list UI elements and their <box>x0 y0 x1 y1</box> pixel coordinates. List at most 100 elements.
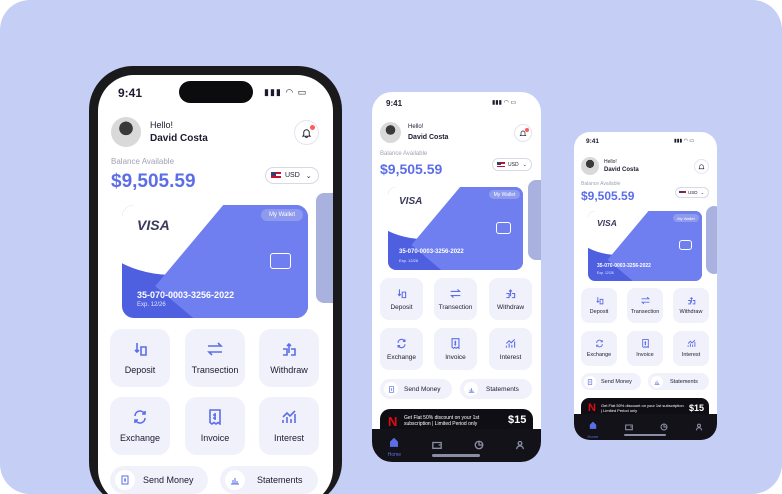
transection-label: Transection <box>630 309 660 315</box>
home-indicator <box>432 454 480 457</box>
deposit-label: Deposit <box>390 303 413 311</box>
balance-label: Balance Available <box>111 157 175 166</box>
promo-amount: $15 <box>689 403 705 413</box>
deposit-icon <box>397 288 407 298</box>
bell-icon <box>698 164 705 170</box>
user-name: David Costa <box>150 133 208 144</box>
next-card-peek[interactable] <box>706 206 717 274</box>
status-icons: ▮▮▮ ◠ ▭ <box>674 138 695 144</box>
next-card-peek[interactable] <box>528 180 541 260</box>
bottom-nav: Home <box>372 429 541 462</box>
currency-label: USD <box>508 161 519 168</box>
card-chip-icon <box>270 253 291 269</box>
transection-tile[interactable]: Transection <box>185 329 245 387</box>
card-expiry: Exp. 12/26 <box>137 302 166 308</box>
wallet-icon <box>625 424 634 431</box>
status-time: 9:41 <box>118 86 143 100</box>
exchange-tile[interactable]: Exchange <box>110 397 170 455</box>
send-money-button[interactable]: Send Money <box>380 379 452 399</box>
statements-button[interactable]: Statements <box>460 379 532 399</box>
invoice-tile[interactable]: Invoice <box>627 331 663 366</box>
nav-analytics[interactable] <box>474 437 484 455</box>
statements-button[interactable]: Statements <box>648 373 709 390</box>
card-expiry: Exp. 12/26 <box>399 258 419 263</box>
next-card-peek[interactable] <box>316 193 333 303</box>
netflix-logo: N <box>388 414 398 429</box>
pie-chart-icon <box>660 423 668 431</box>
avatar[interactable] <box>380 122 401 143</box>
withdraw-icon <box>283 342 296 356</box>
balance-amount: $9,505.59 <box>111 171 196 192</box>
withdraw-tile[interactable]: Withdraw <box>259 329 319 387</box>
phone-screen-medium: 9:41 ▮▮▮ ◠ ▭ Hello! David Costa Balance … <box>372 92 541 462</box>
invoice-label: Invoice <box>636 352 654 358</box>
nav-home[interactable]: Home <box>588 416 598 439</box>
card-brand: VISA <box>399 196 423 207</box>
deposit-tile[interactable]: Deposit <box>581 288 617 323</box>
nav-profile[interactable] <box>515 437 525 455</box>
currency-selector[interactable]: USD ⌄ <box>675 187 709 198</box>
invoice-tile[interactable]: Invoice <box>185 397 245 455</box>
chevron-down-icon: ⌄ <box>305 172 312 180</box>
send-money-button[interactable]: Send Money <box>581 373 641 390</box>
transection-label: Transection <box>191 365 239 375</box>
greeting: Hello! <box>150 120 174 130</box>
notification-button[interactable] <box>694 159 709 174</box>
interest-label: Interest <box>499 353 522 361</box>
promo-text: Get Flat 50% discount on your 1st subscr… <box>404 415 480 427</box>
home-icon <box>390 437 399 447</box>
interest-tile[interactable]: Interest <box>489 328 532 370</box>
card-chip-icon <box>496 222 511 234</box>
invoice-icon <box>451 337 460 349</box>
user-name: David Costa <box>408 134 449 141</box>
nav-wallet[interactable] <box>432 437 443 455</box>
currency-selector[interactable]: USD ⌄ <box>265 167 319 184</box>
wallet-card[interactable]: VISA My Wallet 35-070-0003-3256-2022 Exp… <box>388 187 523 270</box>
transection-label: Transection <box>438 303 473 311</box>
avatar[interactable] <box>581 157 599 175</box>
card-tag: My Wallet <box>261 209 303 221</box>
wallet-card[interactable]: VISA My Wallet 35-070-0003-3256-2022 Exp… <box>122 205 308 318</box>
deposit-icon <box>134 343 147 356</box>
deposit-tile[interactable]: Deposit <box>380 278 423 320</box>
statements-button[interactable]: Statements <box>220 466 318 494</box>
card-chip-icon <box>679 240 692 250</box>
invoice-tile[interactable]: Invoice <box>434 328 477 370</box>
withdraw-tile[interactable]: Withdraw <box>489 278 532 320</box>
nav-home-label: Home <box>387 451 402 458</box>
user-icon <box>516 440 525 449</box>
status-time: 9:41 <box>586 138 600 145</box>
transfer-arrows-icon <box>640 296 650 305</box>
card-tag: My Wallet <box>673 214 699 222</box>
nav-home[interactable]: Home <box>388 434 401 458</box>
home-icon <box>589 421 597 429</box>
exchange-tile[interactable]: Exchange <box>581 331 617 366</box>
interest-tile[interactable]: Interest <box>259 397 319 455</box>
transection-tile[interactable]: Transection <box>434 278 477 320</box>
transection-tile[interactable]: Transection <box>627 288 663 323</box>
card-expiry: Exp. 12/26 <box>597 271 614 275</box>
card-number: 35-070-0003-3256-2022 <box>399 249 464 255</box>
currency-selector[interactable]: USD ⌄ <box>492 158 532 171</box>
nav-profile[interactable] <box>695 418 703 436</box>
send-money-icon <box>115 470 135 490</box>
withdraw-tile[interactable]: Withdraw <box>673 288 709 323</box>
notification-button[interactable] <box>294 120 319 145</box>
phone-screen-small: 9:41 ▮▮▮ ◠ ▭ Hello! David Costa Balance … <box>574 132 717 440</box>
dynamic-island <box>179 81 253 103</box>
exchange-tile[interactable]: Exchange <box>380 328 423 370</box>
notification-button[interactable] <box>514 124 532 142</box>
currency-label: USD <box>285 172 300 179</box>
send-money-icon <box>384 382 398 396</box>
wallet-card[interactable]: VISA My Wallet 35-070-0003-3256-2022 Exp… <box>588 211 702 281</box>
home-indicator <box>624 434 666 436</box>
statements-label: Statements <box>486 385 519 393</box>
balance-amount: $9,505.59 <box>581 189 635 203</box>
deposit-tile[interactable]: Deposit <box>110 329 170 387</box>
user-icon <box>696 423 703 431</box>
send-money-button[interactable]: Send Money <box>110 466 208 494</box>
interest-tile[interactable]: Interest <box>673 331 709 366</box>
avatar[interactable] <box>111 117 141 147</box>
card-number: 35-070-0003-3256-2022 <box>137 290 235 300</box>
deposit-label: Deposit <box>124 365 156 375</box>
